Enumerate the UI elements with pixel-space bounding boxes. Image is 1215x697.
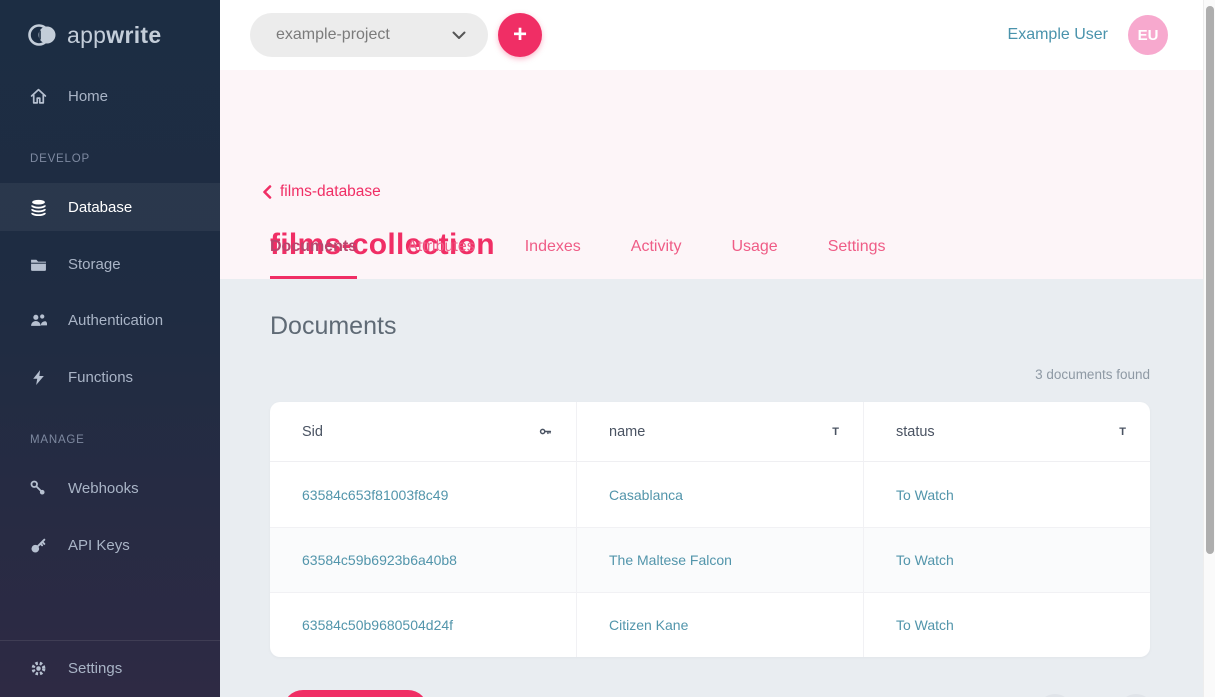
section-title: Documents <box>270 312 396 341</box>
project-selector-value: example-project <box>276 26 390 44</box>
tab-bar: Documents Attributes Indexes Activity Us… <box>270 238 886 279</box>
breadcrumb-label: films-database <box>280 183 381 201</box>
gear-icon <box>30 660 47 677</box>
sidebar-item-label: Storage <box>68 256 121 273</box>
cell-status[interactable]: To Watch <box>864 462 1150 527</box>
sidebar: appwrite Home DEVELOP Database Storage A… <box>0 0 220 697</box>
cell-document-id[interactable]: 63584c50b9680504d24f <box>270 593 577 657</box>
sidebar-item-label: Database <box>68 199 132 216</box>
link-icon <box>30 480 47 497</box>
sidebar-item-label: Webhooks <box>68 480 139 497</box>
chevron-down-icon <box>452 31 466 40</box>
sidebar-item-home[interactable]: Home <box>0 72 220 120</box>
table-row[interactable]: 63584c50b9680504d24f Citizen Kane To Wat… <box>270 592 1150 657</box>
cell-status[interactable]: To Watch <box>864 528 1150 592</box>
cell-document-id[interactable]: 63584c59b6923b6a40b8 <box>270 528 577 592</box>
tab-activity[interactable]: Activity <box>631 238 682 279</box>
sidebar-item-settings[interactable]: Settings <box>0 644 220 692</box>
sidebar-item-label: Settings <box>68 660 122 677</box>
sidebar-item-api-keys[interactable]: API Keys <box>0 521 220 569</box>
appwrite-logo-icon <box>28 20 58 50</box>
table-header-row: Sid name T status T <box>270 402 1150 462</box>
page-header: films-database films-collection Document… <box>220 70 1203 279</box>
column-header-status[interactable]: status T <box>864 402 1150 462</box>
key-icon <box>539 425 552 438</box>
home-icon <box>30 88 47 105</box>
topbar: example-project + Example User EU <box>220 0 1203 70</box>
table-row[interactable]: 63584c59b6923b6a40b8 The Maltese Falcon … <box>270 527 1150 592</box>
tab-attributes[interactable]: Attributes <box>407 238 475 279</box>
add-document-button[interactable] <box>283 690 428 697</box>
sidebar-item-label: API Keys <box>68 537 130 554</box>
cell-name[interactable]: Citizen Kane <box>577 593 864 657</box>
main-content: Documents 3 documents found Sid name T s… <box>220 279 1203 697</box>
sidebar-item-label: Functions <box>68 369 133 386</box>
scrollbar-thumb[interactable] <box>1206 6 1214 554</box>
lightning-icon <box>30 369 47 386</box>
sidebar-section-develop: DEVELOP <box>30 153 90 165</box>
database-icon <box>30 199 47 216</box>
breadcrumb[interactable]: films-database <box>262 183 381 201</box>
tab-indexes[interactable]: Indexes <box>525 238 581 279</box>
avatar[interactable]: EU <box>1128 15 1168 55</box>
key-icon <box>30 537 47 554</box>
text-type-icon: T <box>1119 426 1126 438</box>
chevron-left-icon <box>262 185 272 199</box>
column-header-name[interactable]: name T <box>577 402 864 462</box>
sidebar-divider <box>0 640 220 641</box>
users-icon <box>30 312 47 329</box>
appwrite-logo[interactable]: appwrite <box>28 20 161 50</box>
sidebar-item-functions[interactable]: Functions <box>0 353 220 401</box>
folder-icon <box>30 256 47 273</box>
project-selector[interactable]: example-project <box>250 13 488 57</box>
sidebar-item-storage[interactable]: Storage <box>0 240 220 288</box>
appwrite-logo-text: appwrite <box>67 22 161 49</box>
text-type-icon: T <box>832 426 839 438</box>
tab-documents[interactable]: Documents <box>270 238 357 279</box>
sidebar-item-webhooks[interactable]: Webhooks <box>0 464 220 512</box>
sidebar-item-label: Home <box>68 88 108 105</box>
user-name[interactable]: Example User <box>1008 26 1108 44</box>
sidebar-item-label: Authentication <box>68 312 163 329</box>
documents-count: 3 documents found <box>1035 367 1150 382</box>
sidebar-section-manage: MANAGE <box>30 434 85 446</box>
table-row[interactable]: 63584c653f81003f8c49 Casablanca To Watch <box>270 462 1150 527</box>
sidebar-item-authentication[interactable]: Authentication <box>0 296 220 344</box>
cell-status[interactable]: To Watch <box>864 593 1150 657</box>
user-area: Example User EU <box>1008 0 1168 70</box>
cell-document-id[interactable]: 63584c653f81003f8c49 <box>270 462 577 527</box>
sidebar-item-database[interactable]: Database <box>0 183 220 231</box>
column-header-sid[interactable]: Sid <box>270 402 577 462</box>
create-button[interactable]: + <box>498 13 542 57</box>
tab-usage[interactable]: Usage <box>731 238 777 279</box>
cell-name[interactable]: Casablanca <box>577 462 864 527</box>
page-scrollbar[interactable] <box>1203 0 1215 697</box>
tab-settings[interactable]: Settings <box>828 238 886 279</box>
documents-table: Sid name T status T 63584c653f81003f8c49… <box>270 402 1150 657</box>
cell-name[interactable]: The Maltese Falcon <box>577 528 864 592</box>
